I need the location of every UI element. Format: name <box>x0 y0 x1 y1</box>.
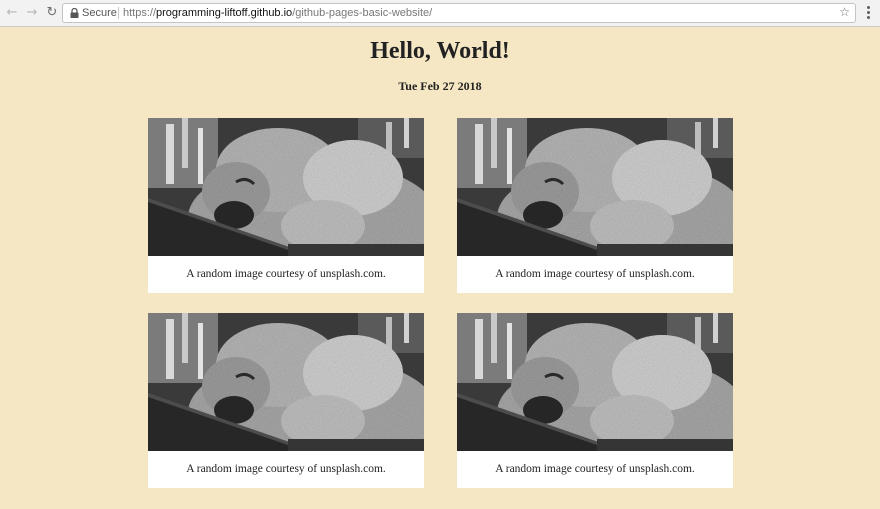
image-caption: A random image courtesy of unsplash.com. <box>186 268 386 280</box>
reload-icon[interactable]: ↻ <box>44 5 60 21</box>
back-arrow-icon[interactable]: ← <box>4 5 20 21</box>
url-scheme: https:// <box>123 7 157 19</box>
image-card: A random image courtesy of unsplash.com. <box>148 118 424 293</box>
browser-toolbar: ← → ↻ Secure https://programming-liftoff… <box>0 0 880 27</box>
bookmark-star-icon[interactable]: ☆ <box>839 5 850 19</box>
koala-photo <box>457 118 733 256</box>
image-caption: A random image courtesy of unsplash.com. <box>495 268 695 280</box>
image-card: A random image courtesy of unsplash.com. <box>457 313 733 488</box>
browser-menu-icon[interactable] <box>862 6 874 20</box>
page-date: Tue Feb 27 2018 <box>398 79 482 93</box>
url-text[interactable]: https://programming-liftoff.github.io/gi… <box>123 7 432 19</box>
koala-photo <box>148 118 424 256</box>
url-host: programming-liftoff.github.io <box>156 7 293 19</box>
address-bar[interactable]: Secure https://programming-liftoff.githu… <box>62 3 856 23</box>
forward-arrow-icon[interactable]: → <box>24 5 40 21</box>
url-path: /github-pages-basic-website/ <box>292 7 433 19</box>
address-divider <box>118 7 119 19</box>
koala-photo <box>457 313 733 451</box>
image-caption: A random image courtesy of unsplash.com. <box>186 463 386 475</box>
page-title: Hello, World! <box>370 38 510 64</box>
lock-icon <box>70 8 79 18</box>
koala-photo <box>148 313 424 451</box>
image-card: A random image courtesy of unsplash.com. <box>148 313 424 488</box>
image-card: A random image courtesy of unsplash.com. <box>457 118 733 293</box>
secure-label: Secure <box>82 7 117 19</box>
image-caption: A random image courtesy of unsplash.com. <box>495 463 695 475</box>
